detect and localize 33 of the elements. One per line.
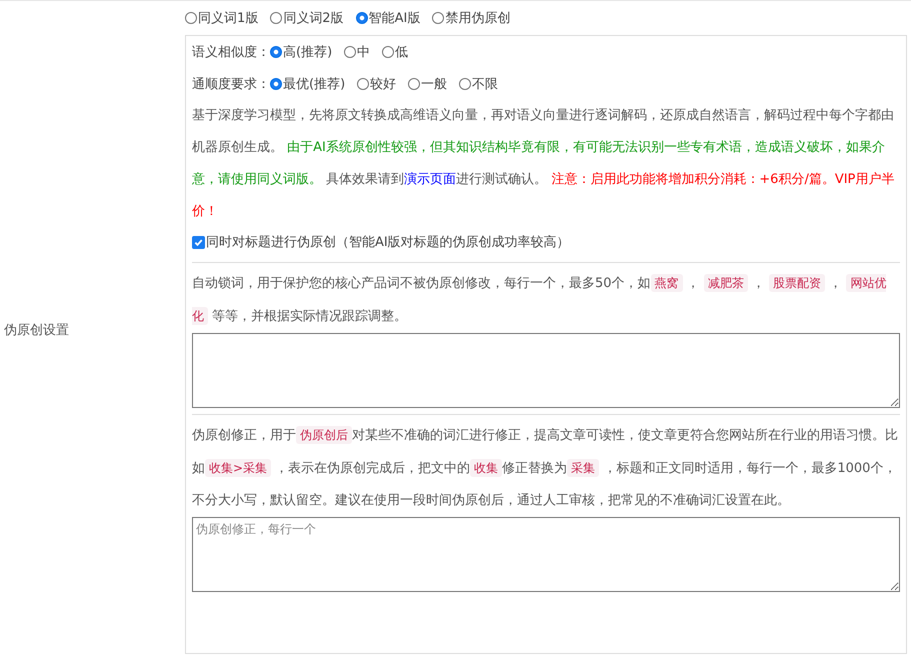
checkbox[interactable] (192, 236, 205, 248)
radio-icon[interactable] (270, 46, 282, 58)
radio-option[interactable]: 较好 (357, 75, 396, 93)
demo-page-link[interactable]: 演示页面 (404, 172, 456, 187)
section-label: 伪原创设置 (4, 322, 69, 338)
radio-icon[interactable] (270, 12, 282, 24)
lock-words-help-text: 自动锁词，用于保护您的核心产品词不被伪原创修改，每行一个，最多50个，如 燕窝 ， 减肥茶 ， 股票配资 ， 网站优化 等等，并根据实际情况跟踪调整。 (192, 273, 888, 327)
radio-icon[interactable] (459, 78, 472, 90)
description-text: 基于深度学习模型，先将原文转换成高维语义向量，再对语义向量进行逐词解码，还原成自然语言，解码过程中每个字都由机器原创生成。 由于AI系统原创性较强，但其知识结构毕竟有限，有可能无法识别一些专有术语，造成语义破坏，如果介意，请使用同义词版。 具体效果请到演示页面进行测试确认。 注意：启用此功能将增加积分消耗：+6积分/篇。VIP用户半价！ (192, 107, 896, 221)
radio-option[interactable]: 同义词2版 (270, 9, 344, 27)
radio-icon[interactable] (357, 78, 370, 90)
lock-words-field[interactable] (192, 333, 900, 408)
radio-option[interactable]: 低 (382, 43, 408, 61)
radio-option[interactable]: 最优(推荐) (270, 75, 346, 93)
radio-icon[interactable] (270, 78, 282, 90)
option-label: 语义相似度： (192, 44, 270, 61)
radio-option[interactable]: 同义词1版 (185, 9, 258, 27)
radio-icon[interactable] (356, 12, 368, 24)
radio-option[interactable]: 高(推荐) (270, 43, 332, 61)
radio-option[interactable]: 一般 (408, 75, 448, 93)
radio-icon[interactable] (185, 12, 197, 24)
radio-icon[interactable] (408, 78, 420, 90)
corrections-help-text: 伪原创修正，用于 伪原创后 对某些不准确的词汇进行修正，提高文章可读性，使文章更符合您网站所在行业的用语习惯。比如 收集>采集 ，表示在伪原创完成后，把文中的 收集 修正替换为 采集 ，标题和正文同时适用，每行一个，最多1000个，不分大小写，默认留空。建议在使用一段时间伪原创后，通过人工审核，把常见的不准确词汇设置在此。 (192, 425, 899, 510)
radio-icon[interactable] (344, 46, 356, 58)
radio-option[interactable]: 不限 (459, 75, 498, 93)
radio-option[interactable]: 智能AI版 (356, 9, 420, 27)
radio-icon[interactable] (432, 12, 444, 24)
radio-icon[interactable] (382, 46, 394, 58)
option-label: 通顺度要求： (192, 76, 270, 93)
radio-option[interactable]: 中 (344, 43, 370, 61)
corrections-field[interactable]: 伪原创修正，每行一个 (192, 517, 900, 592)
radio-option[interactable]: 禁用伪原创 (432, 9, 510, 27)
title-checkbox-option[interactable]: 同时对标题进行伪原创（智能AI版对标题的伪原创成功率较高） (192, 228, 900, 256)
